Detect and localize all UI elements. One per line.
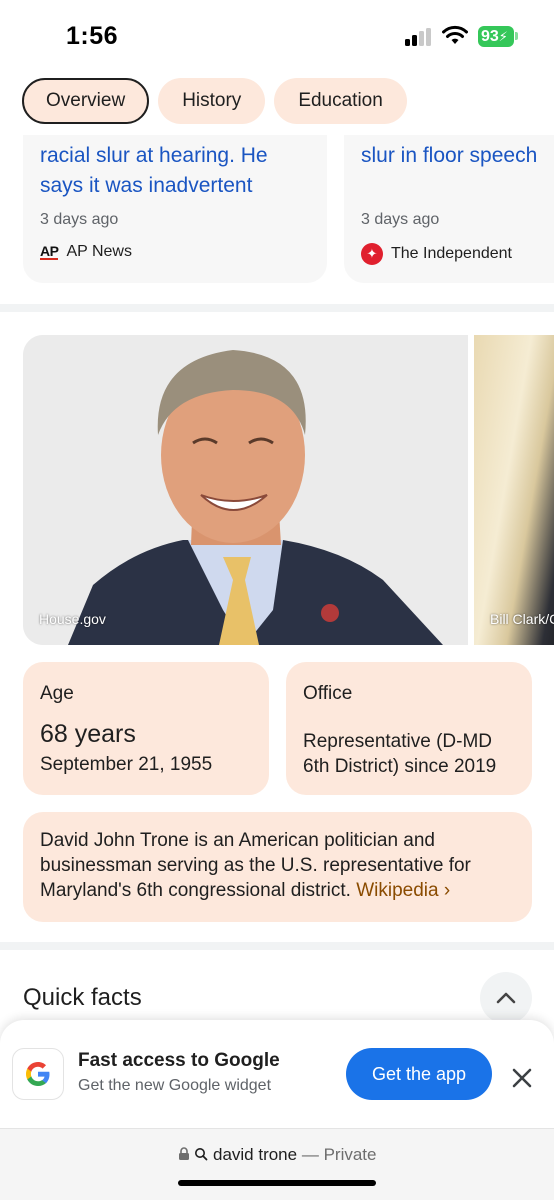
description-text: David John Trone is an American politici…	[40, 828, 520, 903]
quick-facts-title: Quick facts	[23, 984, 142, 1011]
cellular-signal-icon	[405, 28, 435, 46]
second-photo[interactable]: Bill Clark/C	[474, 335, 554, 645]
news-card-independent[interactable]: slur in floor speech 3 days ago ✦ The In…	[344, 135, 554, 283]
search-query: david trone	[212, 1145, 298, 1164]
news-carousel: racial slur at hearing. He says it was i…	[0, 135, 554, 285]
home-indicator[interactable]	[178, 1180, 376, 1186]
battery-level: 93	[481, 28, 499, 45]
chevron-up-icon	[496, 992, 516, 1004]
collapse-button[interactable]	[480, 972, 532, 1024]
news-headline-line: racial slur at hearing. He	[40, 144, 268, 167]
wifi-icon	[442, 25, 468, 44]
age-value: 68 years	[40, 720, 136, 748]
independent-eagle-icon: ✦	[361, 243, 383, 265]
section-divider	[0, 304, 554, 312]
private-mode-label: — Private	[301, 1145, 377, 1164]
topic-tabs: Overview History Education	[22, 78, 407, 124]
portrait-photo[interactable]: House.gov	[23, 335, 468, 645]
google-logo-icon	[12, 1048, 64, 1100]
search-icon	[195, 1148, 208, 1161]
photo-credit: Bill Clark/C	[490, 611, 554, 627]
get-the-app-button[interactable]: Get the app	[346, 1048, 492, 1100]
news-source-name: AP News	[66, 243, 132, 260]
news-card-ap[interactable]: racial slur at hearing. He says it was i…	[23, 135, 327, 283]
tab-overview[interactable]: Overview	[22, 78, 150, 124]
news-headline: slur in floor speech	[361, 141, 537, 171]
tab-education[interactable]: Education	[274, 78, 407, 124]
address-bar[interactable]: david trone — Private	[0, 1128, 554, 1200]
age-card[interactable]: Age 68 years September 21, 1955	[23, 662, 269, 795]
battery-tip	[515, 32, 518, 40]
section-divider	[0, 942, 554, 950]
office-card[interactable]: Office Representative (D-MD 6th District…	[286, 662, 532, 795]
lock-icon	[178, 1147, 189, 1160]
news-source-name: The Independent	[391, 245, 512, 262]
office-label: Office	[303, 683, 353, 704]
google-app-promo: Fast access to Google Get the new Google…	[0, 1020, 554, 1130]
news-time: 3 days ago	[361, 211, 440, 228]
description-card: David John Trone is an American politici…	[23, 812, 532, 922]
status-bar: 1:56 93⚡	[0, 0, 554, 70]
news-headline-line: slur in floor speech	[361, 144, 538, 167]
promo-subtitle: Get the new Google widget	[78, 1077, 272, 1094]
news-headline: racial slur at hearing. He says it was i…	[40, 141, 268, 201]
age-label: Age	[40, 683, 74, 704]
status-time: 1:56	[66, 22, 119, 50]
battery-icon: 93⚡	[478, 26, 514, 47]
promo-title: Fast access to Google	[78, 1050, 280, 1071]
address-content: david trone — Private	[0, 1145, 554, 1165]
photo-credit: House.gov	[39, 611, 106, 627]
news-source: ✦ The Independent	[361, 243, 512, 265]
birth-date: September 21, 1955	[40, 754, 213, 775]
office-value: Representative (D-MD 6th District) since…	[303, 731, 497, 777]
wikipedia-link[interactable]: Wikipedia ›	[356, 880, 450, 901]
close-icon[interactable]	[508, 1064, 536, 1092]
news-headline-line: says it was inadvertent	[40, 174, 253, 197]
news-source: AP AP News	[40, 243, 132, 261]
portrait-illustration	[23, 335, 468, 645]
ap-logo-icon: AP	[40, 243, 59, 260]
tab-history[interactable]: History	[158, 78, 266, 124]
news-time: 3 days ago	[40, 211, 119, 228]
